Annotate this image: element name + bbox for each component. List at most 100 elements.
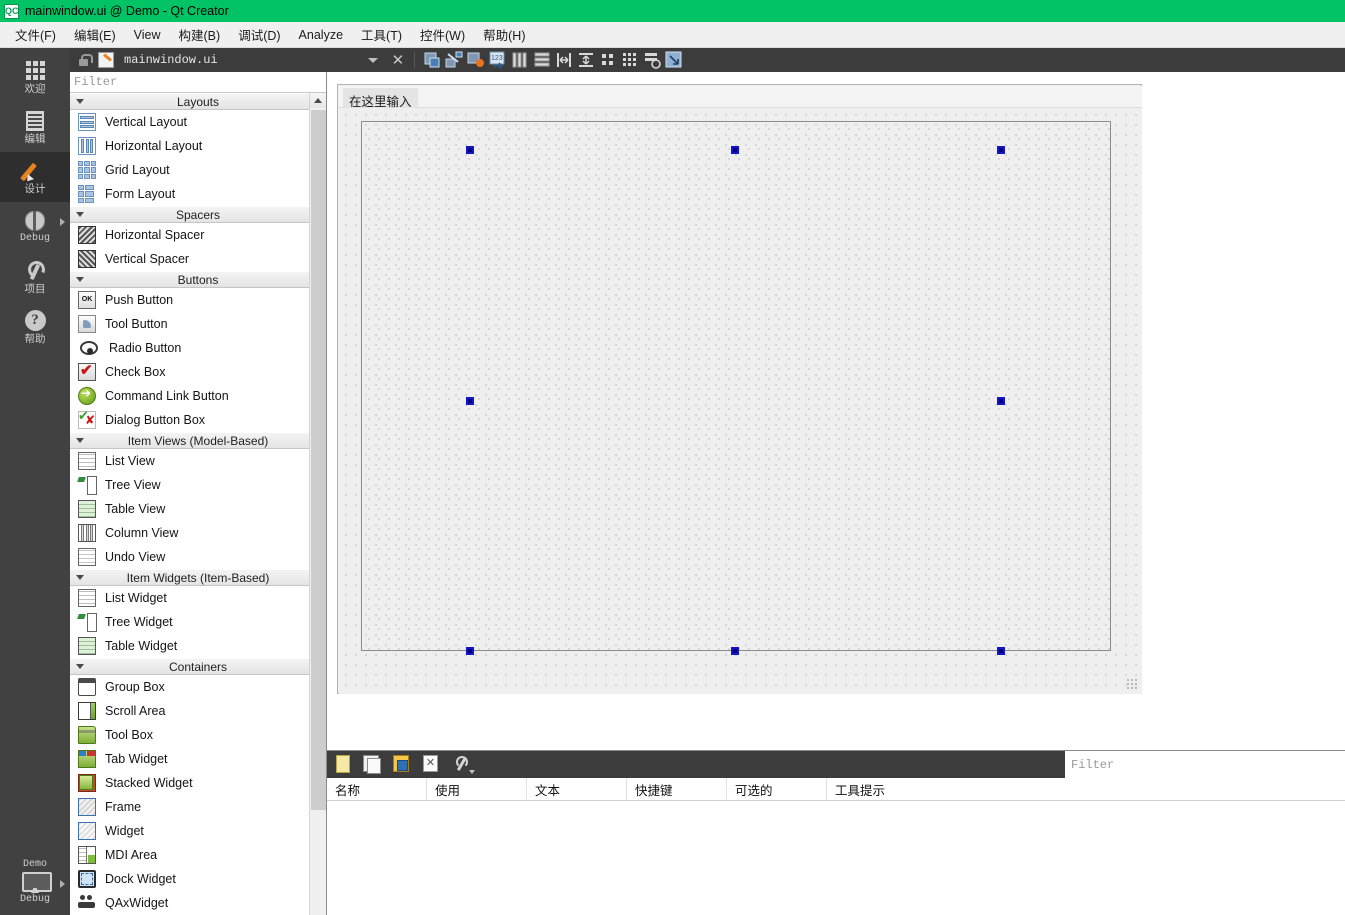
kit-selector[interactable]: Demo Debug [0, 860, 70, 905]
selection-handle-top-left[interactable] [466, 146, 474, 154]
menu-help[interactable]: 帮助(H) [474, 22, 534, 47]
widget-item-command-link-button[interactable]: Command Link Button [70, 384, 326, 408]
column-header-checkable[interactable]: 可选的 [727, 778, 827, 800]
widget-item-scroll-area[interactable]: Scroll Area [70, 699, 326, 723]
widget-item-tool-button[interactable]: Tool Button [70, 312, 326, 336]
selection-handle-top-center[interactable] [731, 146, 739, 154]
widget-item-list-view[interactable]: List View [70, 449, 326, 473]
menu-analyze[interactable]: Analyze [290, 25, 352, 45]
widget-item-tab-widget[interactable]: Tab Widget [70, 747, 326, 771]
widget-item-grid-layout[interactable]: Grid Layout [70, 158, 326, 182]
selection-handle-bottom-left[interactable] [466, 647, 474, 655]
layout-splitter-vertical-icon[interactable] [577, 51, 595, 69]
break-layout-icon[interactable] [643, 51, 662, 69]
form-canvas[interactable] [339, 108, 1142, 694]
category-header-item-views[interactable]: Item Views (Model-Based) [70, 432, 326, 449]
edit-buddies-icon[interactable] [467, 51, 485, 69]
menu-build[interactable]: 构建(B) [170, 22, 230, 47]
column-header-shortcut[interactable]: 快捷键 [627, 778, 727, 800]
scrollbar-thumb[interactable] [311, 110, 326, 810]
copy-action-icon[interactable] [363, 754, 383, 775]
menu-debug[interactable]: 调试(D) [229, 22, 289, 47]
action-editor-rows[interactable] [327, 801, 1345, 915]
column-header-text[interactable]: 文本 [527, 778, 627, 800]
widget-item-mdi-area[interactable]: MDI Area [70, 843, 326, 867]
mode-button-debug[interactable]: Debug [0, 202, 70, 252]
menu-file[interactable]: 文件(F) [6, 22, 65, 47]
widget-item-column-view[interactable]: Column View [70, 521, 326, 545]
edit-tab-order-icon[interactable]: 123 [489, 51, 507, 70]
resize-grip-icon[interactable] [1126, 678, 1138, 690]
delete-action-icon[interactable]: ✕ [423, 754, 443, 775]
widget-item-form-layout[interactable]: Form Layout [70, 182, 326, 206]
widget-item-radio-button[interactable]: Radio Button [70, 336, 326, 360]
mode-button-projects[interactable]: 项目 [0, 252, 70, 302]
edit-widgets-icon[interactable] [423, 51, 441, 69]
selection-handle-bottom-right[interactable] [997, 647, 1005, 655]
widget-item-horizontal-layout[interactable]: Horizontal Layout [70, 134, 326, 158]
selection-handle-top-right[interactable] [997, 146, 1005, 154]
menu-tools[interactable]: 工具(T) [352, 22, 411, 47]
adjust-size-icon[interactable] [665, 51, 683, 69]
widget-item-dock-widget[interactable]: Dock Widget [70, 867, 326, 891]
kit-chevron-right-icon[interactable] [60, 880, 65, 888]
unlocked-padlock-icon[interactable] [76, 53, 93, 67]
close-x-icon[interactable]: ✕ [392, 53, 405, 68]
widget-item-widget[interactable]: Widget [70, 819, 326, 843]
layout-horizontally-icon[interactable] [511, 51, 529, 69]
widget-item-frame[interactable]: Frame [70, 795, 326, 819]
widget-item-tree-view[interactable]: Tree View [70, 473, 326, 497]
widget-item-qax-widget[interactable]: QAxWidget [70, 891, 326, 915]
widget-item-check-box[interactable]: Check Box [70, 360, 326, 384]
widget-item-table-widget[interactable]: Table Widget [70, 634, 326, 658]
action-editor-filter-input[interactable] [1065, 751, 1345, 778]
central-widget[interactable] [361, 121, 1111, 651]
open-file-name[interactable]: mainwindow.ui [124, 53, 218, 67]
widget-item-stacked-widget[interactable]: Stacked Widget [70, 771, 326, 795]
mode-button-welcome[interactable]: 欢迎 [0, 52, 70, 102]
edit-signals-slots-icon[interactable] [445, 51, 463, 69]
widget-box-filter-input[interactable] [70, 72, 326, 93]
menu-edit[interactable]: 编辑(E) [65, 22, 125, 47]
chevron-right-icon[interactable] [60, 218, 65, 226]
form-menu-bar[interactable]: 在这里输入 [339, 86, 1142, 113]
widget-item-push-button[interactable]: OK Push Button [70, 288, 326, 312]
column-header-used[interactable]: 使用 [427, 778, 527, 800]
category-header-layouts[interactable]: Layouts [70, 93, 326, 110]
menu-view[interactable]: View [125, 25, 170, 45]
widget-item-group-box[interactable]: Group Box [70, 675, 326, 699]
widget-item-tree-widget[interactable]: Tree Widget [70, 610, 326, 634]
widget-item-horizontal-spacer[interactable]: Horizontal Spacer [70, 223, 326, 247]
selection-handle-middle-right[interactable] [997, 397, 1005, 405]
widget-item-vertical-spacer[interactable]: Vertical Spacer [70, 247, 326, 271]
layout-grid-icon[interactable] [621, 51, 639, 69]
column-header-tooltip[interactable]: 工具提示 [827, 778, 1345, 800]
layout-vertically-icon[interactable] [533, 51, 551, 69]
mode-button-design[interactable]: 设计 [0, 152, 70, 202]
widget-item-undo-view[interactable]: Undo View [70, 545, 326, 569]
widget-item-dialog-button-box[interactable]: Dialog Button Box [70, 408, 326, 432]
chevron-down-icon[interactable] [367, 57, 378, 63]
widget-item-list-widget[interactable]: List Widget [70, 586, 326, 610]
new-action-icon[interactable] [333, 754, 353, 775]
form-main-window[interactable]: 在这里输入 [337, 84, 1142, 694]
category-header-spacers[interactable]: Spacers [70, 206, 326, 223]
layout-splitter-horizontal-icon[interactable] [555, 51, 573, 69]
widget-item-vertical-layout[interactable]: Vertical Layout [70, 110, 326, 134]
scroll-up-button[interactable] [310, 93, 326, 108]
category-header-item-widgets[interactable]: Item Widgets (Item-Based) [70, 569, 326, 586]
selection-handle-bottom-center[interactable] [731, 647, 739, 655]
widget-item-table-view[interactable]: Table View [70, 497, 326, 521]
configure-icon[interactable] [453, 755, 475, 775]
mode-button-edit[interactable]: 编辑 [0, 102, 70, 152]
widget-item-tool-box[interactable]: Tool Box [70, 723, 326, 747]
selection-handle-middle-left[interactable] [466, 397, 474, 405]
layout-form-icon[interactable] [599, 51, 617, 69]
column-header-name[interactable]: 名称 [327, 778, 427, 800]
edit-action-icon[interactable] [393, 754, 413, 775]
mode-button-help[interactable]: ? 帮助 [0, 302, 70, 352]
category-header-containers[interactable]: Containers [70, 658, 326, 675]
widget-box-scrollbar[interactable] [309, 93, 326, 915]
form-editor-area[interactable]: 在这里输入 [327, 72, 1345, 747]
menu-widgets[interactable]: 控件(W) [411, 22, 474, 47]
